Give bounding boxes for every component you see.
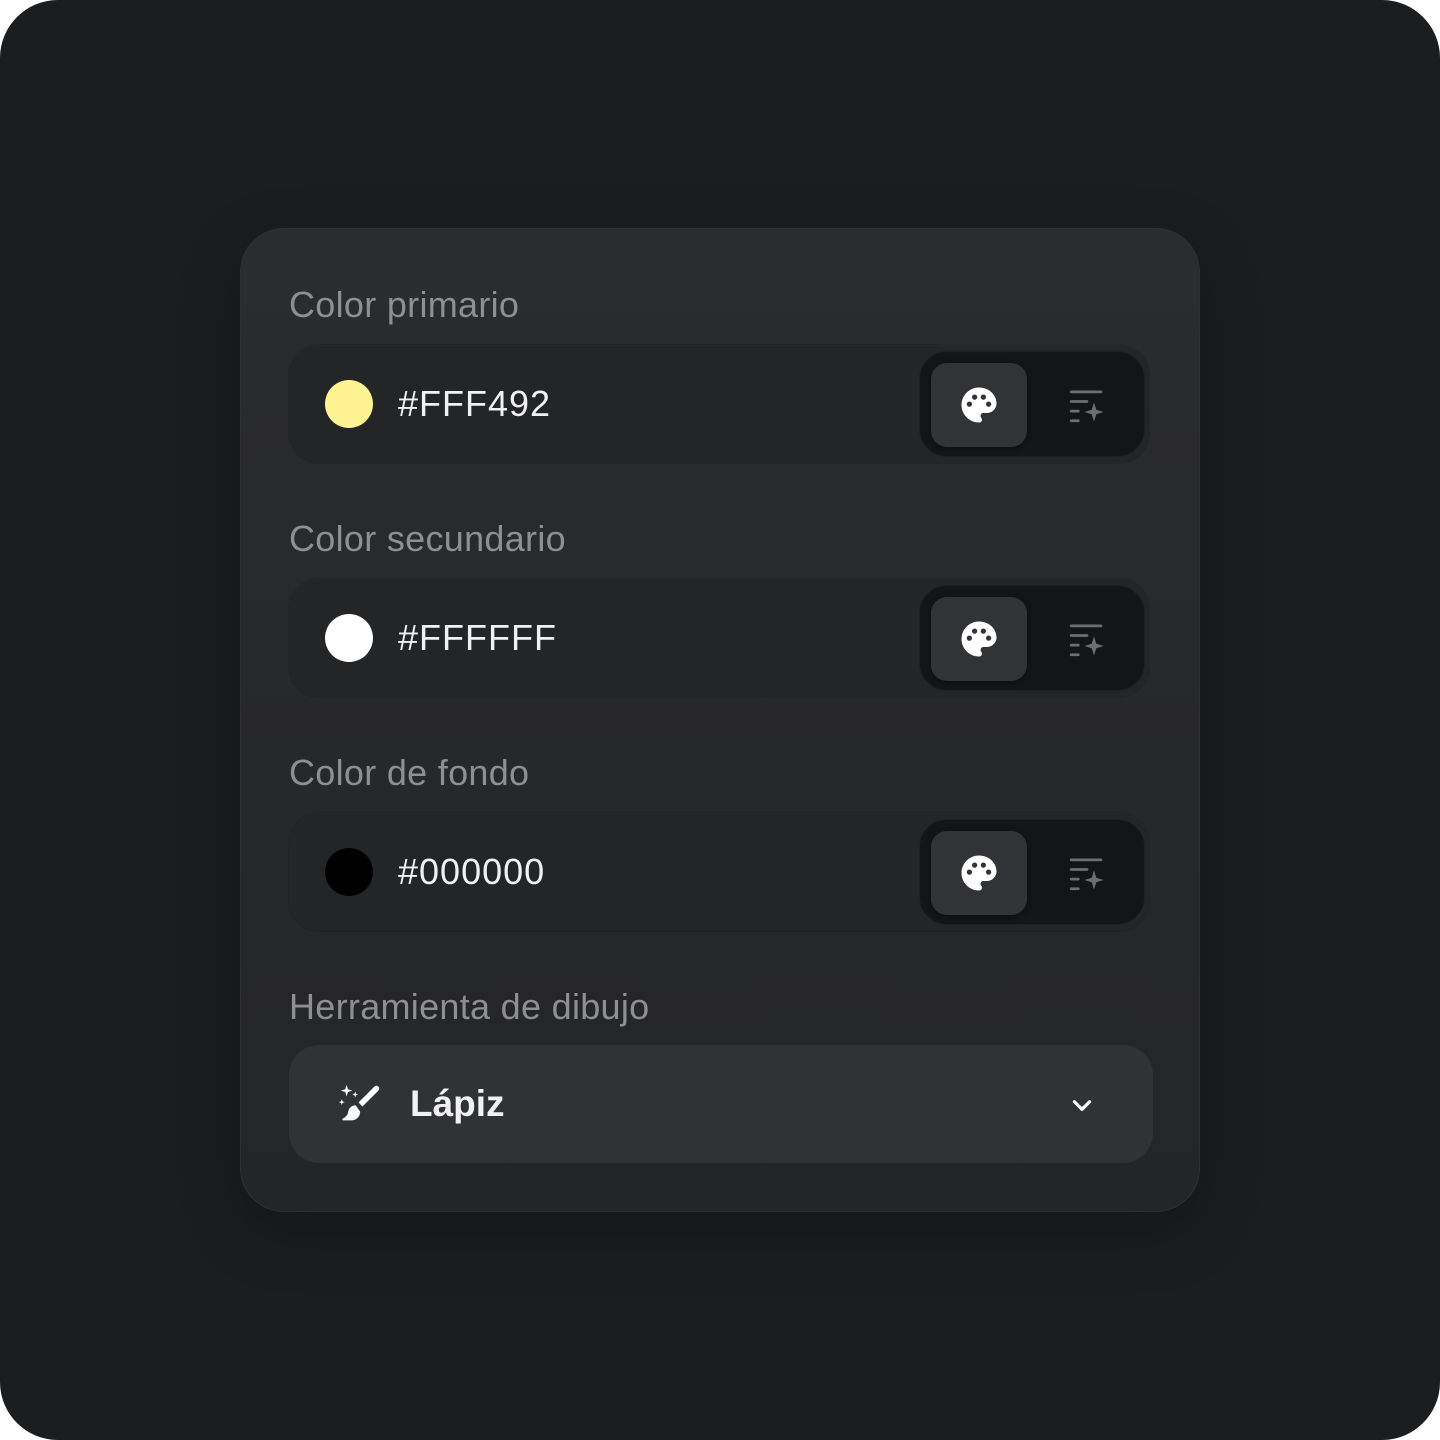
primary-generate-button[interactable]	[1039, 363, 1135, 447]
primary-color-value[interactable]: #FFF492	[398, 345, 551, 463]
color-settings-card: Color primario #FFF492 Color secundario …	[240, 228, 1200, 1212]
background-color-value[interactable]: #000000	[398, 813, 545, 931]
secondary-generate-button[interactable]	[1039, 597, 1135, 681]
primary-color-swatch[interactable]	[325, 380, 373, 428]
drawing-tool-label: Herramienta de dibujo	[289, 986, 650, 1027]
background-color-field[interactable]: #000000	[289, 813, 1149, 931]
secondary-color-field[interactable]: #FFFFFF	[289, 579, 1149, 697]
background-generate-button[interactable]	[1039, 831, 1135, 915]
secondary-color-swatch[interactable]	[325, 614, 373, 662]
list-sparkle-icon	[1069, 624, 1104, 657]
secondary-palette-button[interactable]	[931, 597, 1027, 681]
list-sparkle-icon	[1069, 390, 1104, 423]
magic-brush-icon	[338, 1084, 380, 1121]
palette-icon	[961, 621, 997, 657]
background-palette-button[interactable]	[931, 831, 1027, 915]
secondary-color-mode-toggle	[919, 585, 1145, 691]
primary-palette-button[interactable]	[931, 363, 1027, 447]
background-color-swatch[interactable]	[325, 848, 373, 896]
background-color-mode-toggle	[919, 819, 1145, 925]
primary-color-label: Color primario	[289, 284, 520, 325]
background-color-label: Color de fondo	[289, 752, 530, 793]
drawing-tool-select[interactable]: Lápiz	[289, 1045, 1153, 1163]
secondary-color-label: Color secundario	[289, 518, 566, 559]
secondary-color-value[interactable]: #FFFFFF	[398, 579, 557, 697]
chevron-down-icon[interactable]	[1069, 1092, 1095, 1118]
palette-icon	[961, 387, 997, 423]
list-sparkle-icon	[1069, 858, 1104, 891]
app-frame: Color primario #FFF492 Color secundario …	[0, 0, 1440, 1440]
drawing-tool-value: Lápiz	[410, 1083, 505, 1124]
palette-icon	[961, 855, 997, 891]
primary-color-mode-toggle	[919, 351, 1145, 457]
primary-color-field[interactable]: #FFF492	[289, 345, 1149, 463]
